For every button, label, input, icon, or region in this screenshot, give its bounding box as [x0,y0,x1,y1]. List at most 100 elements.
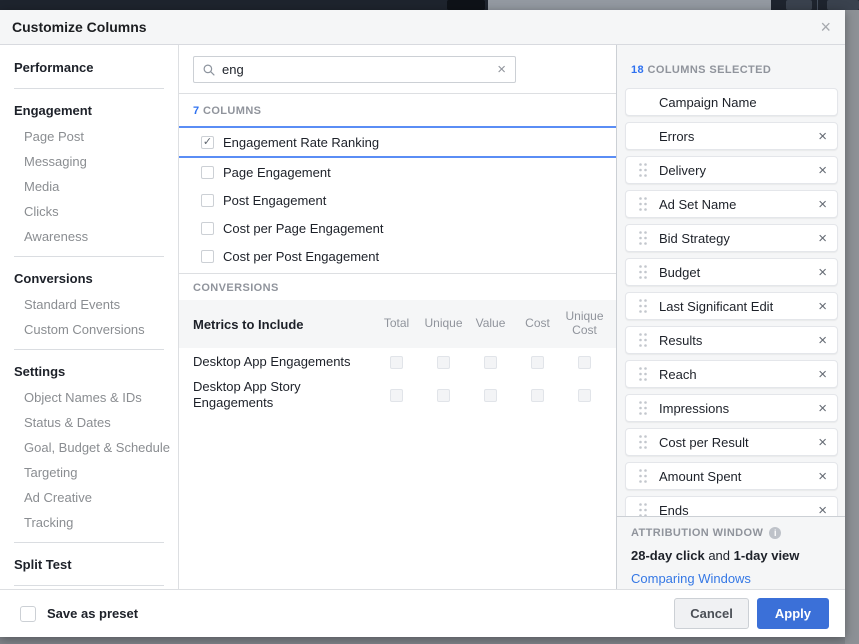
metrics-cell [514,389,561,402]
selected-column-bid-strategy[interactable]: Bid Strategy× [625,224,838,252]
sidebar-item-page-post[interactable]: Page Post [0,124,178,149]
search-box[interactable]: × [193,56,516,83]
apply-button[interactable]: Apply [757,598,829,629]
selected-column-label: Cost per Result [659,435,818,450]
sidebar-item-awareness[interactable]: Awareness [0,224,178,249]
sidebar-item-standard-events[interactable]: Standard Events [0,292,178,317]
remove-column-icon[interactable]: × [818,299,827,314]
selected-column-impressions[interactable]: Impressions× [625,394,838,422]
drag-handle-icon[interactable] [639,163,647,177]
sidebar-item-targeting[interactable]: Targeting [0,460,178,485]
selected-column-reach[interactable]: Reach× [625,360,838,388]
metrics-row: Desktop App Engagements [179,348,616,376]
checkbox-post-engagement[interactable] [201,194,214,207]
sidebar-item-clicks[interactable]: Clicks [0,199,178,224]
selected-column-errors[interactable]: Errors× [625,122,838,150]
metrics-row: Desktop App Story Engagements [179,376,616,415]
search-input[interactable] [222,62,497,77]
sidebar-section-conversions[interactable]: Conversions [0,264,178,292]
clear-search-icon[interactable]: × [497,62,506,77]
remove-column-icon[interactable]: × [818,163,827,178]
save-as-preset-checkbox[interactable] [20,606,36,622]
remove-column-icon[interactable]: × [818,197,827,212]
sidebar-divider [14,349,164,350]
search-row: × [179,45,616,94]
sidebar-item-custom-conversions[interactable]: Custom Conversions [0,317,178,342]
selected-column-amount-spent[interactable]: Amount Spent× [625,462,838,490]
attribution-view-window: 1-day view [734,548,800,563]
attribution-click-window: 28-day click [631,548,705,563]
checkbox-page-engagement[interactable] [201,166,214,179]
checkbox-desktop-app-story-engagements-unique[interactable] [437,389,450,402]
column-option-row[interactable]: Cost per Post Engagement [179,242,616,270]
remove-column-icon[interactable]: × [818,367,827,382]
comparing-windows-link[interactable]: Comparing Windows [631,571,831,586]
cancel-button[interactable]: Cancel [674,598,749,629]
selected-column-cost-per-result[interactable]: Cost per Result× [625,428,838,456]
checkbox-cost-per-post-engagement[interactable] [201,250,214,263]
sidebar-section-performance[interactable]: Performance [0,53,178,81]
selected-column-delivery[interactable]: Delivery× [625,156,838,184]
attribution-conjunction: and [705,548,734,563]
top-bar-logo-area [447,0,485,10]
column-option-row[interactable]: Post Engagement [179,186,616,214]
remove-column-icon[interactable]: × [818,435,827,450]
sidebar-item-goal-budget-schedule[interactable]: Goal, Budget & Schedule [0,435,178,460]
checkbox-engagement-rate-ranking[interactable]: ✓ [201,136,214,149]
drag-handle-icon[interactable] [639,503,647,517]
drag-handle-icon[interactable] [639,231,647,245]
remove-column-icon[interactable]: × [818,231,827,246]
sidebar-section-settings[interactable]: Settings [0,357,178,385]
remove-column-icon[interactable]: × [818,401,827,416]
sidebar-item-object-names-ids[interactable]: Object Names & IDs [0,385,178,410]
checkbox-desktop-app-engagements-value[interactable] [484,356,497,369]
remove-column-icon[interactable]: × [818,333,827,348]
sidebar-item-messaging[interactable]: Messaging [0,149,178,174]
drag-handle-icon[interactable] [639,197,647,211]
remove-column-icon[interactable]: × [818,469,827,484]
metrics-to-include-label: Metrics to Include [193,317,373,332]
checkbox-cost-per-page-engagement[interactable] [201,222,214,235]
checkbox-desktop-app-engagements-cost[interactable] [531,356,544,369]
remove-column-icon[interactable]: × [818,265,827,280]
sidebar-item-status-dates[interactable]: Status & Dates [0,410,178,435]
sidebar-section-split-test[interactable]: Split Test [0,550,178,578]
checkbox-desktop-app-engagements-unique[interactable] [437,356,450,369]
selected-column-last-significant-edit[interactable]: Last Significant Edit× [625,292,838,320]
sidebar-item-media[interactable]: Media [0,174,178,199]
top-bar-divider [817,0,818,10]
checkbox-desktop-app-story-engagements-total[interactable] [390,389,403,402]
drag-handle-icon[interactable] [639,469,647,483]
selected-column-results[interactable]: Results× [625,326,838,354]
save-as-preset[interactable]: Save as preset [20,606,138,622]
column-option-row[interactable]: ✓Engagement Rate Ranking [179,126,616,158]
checkbox-desktop-app-engagements-total[interactable] [390,356,403,369]
checkbox-desktop-app-story-engagements-cost[interactable] [531,389,544,402]
checkbox-desktop-app-story-engagements-value[interactable] [484,389,497,402]
sidebar-item-tracking[interactable]: Tracking [0,510,178,535]
checkbox-desktop-app-engagements-unique-cost[interactable] [578,356,591,369]
column-option-row[interactable]: Page Engagement [179,158,616,186]
drag-handle-icon[interactable] [639,265,647,279]
metrics-cell [561,356,608,369]
background-page-strip [0,637,845,644]
column-option-row[interactable]: Cost per Page Engagement [179,214,616,242]
attribution-label: ATTRIBUTION WINDOW [631,527,763,539]
drag-handle-icon[interactable] [639,333,647,347]
info-icon[interactable]: i [769,527,781,539]
checkbox-desktop-app-story-engagements-unique-cost[interactable] [578,389,591,402]
selected-column-campaign-name[interactable]: Campaign Name [625,88,838,116]
close-icon[interactable]: × [820,18,831,36]
drag-handle-icon[interactable] [639,401,647,415]
sidebar-section-engagement[interactable]: Engagement [0,96,178,124]
selected-column-ad-set-name[interactable]: Ad Set Name× [625,190,838,218]
modal-title: Customize Columns [12,19,147,35]
drag-handle-icon[interactable] [639,299,647,313]
drag-handle-icon[interactable] [639,367,647,381]
results-count: 7 COLUMNS [179,94,616,117]
selected-column-budget[interactable]: Budget× [625,258,838,286]
column-option-label: Cost per Page Engagement [223,221,383,236]
sidebar-item-ad-creative[interactable]: Ad Creative [0,485,178,510]
remove-column-icon[interactable]: × [818,129,827,144]
drag-handle-icon[interactable] [639,435,647,449]
